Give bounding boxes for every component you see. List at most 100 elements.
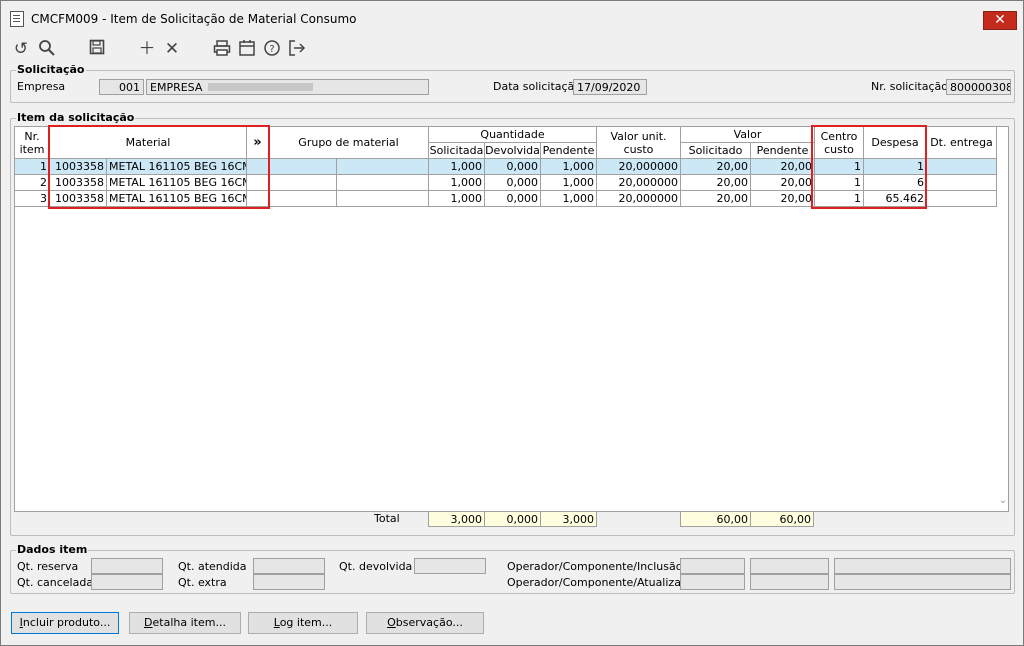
svg-text:?: ? bbox=[269, 44, 274, 55]
total-devolvida: 0,000 bbox=[484, 511, 541, 527]
cell-valor-unit[interactable]: 20,000000 bbox=[597, 175, 681, 191]
header-nr-item[interactable]: Nr. item bbox=[15, 127, 50, 159]
incluir-label: ncluir produto... bbox=[22, 616, 111, 629]
qt-devolvida-field[interactable] bbox=[414, 558, 486, 574]
data-solicitacao-field[interactable]: 17/09/2020 bbox=[573, 79, 647, 95]
cell-valor-unit[interactable]: 20,000000 bbox=[597, 159, 681, 175]
incluir-produto-button[interactable]: Incluir produto... bbox=[11, 612, 119, 634]
cell-nr-item[interactable]: 1 bbox=[15, 159, 50, 175]
nr-solicitacao-label: Nr. solicitação bbox=[871, 80, 948, 93]
header-qtd-pendente[interactable]: Pendente bbox=[541, 143, 597, 159]
header-valor-unit[interactable]: Valor unit. custo bbox=[597, 127, 681, 159]
cell-qtd-pendente[interactable]: 1,000 bbox=[541, 159, 597, 175]
detalha-label: etalha item... bbox=[152, 616, 226, 629]
redacted-block bbox=[207, 83, 313, 91]
data-atualizacao-field[interactable] bbox=[834, 574, 1011, 590]
print-icon[interactable] bbox=[212, 39, 232, 59]
qt-extra-label: Qt. extra bbox=[178, 576, 227, 589]
detalha-hotkey: D bbox=[144, 616, 153, 629]
item-solicitacao-title: Item da solicitação bbox=[16, 111, 136, 124]
operador-atualizacao-label: Operador/Componente/Atualização bbox=[507, 576, 701, 589]
empresa-name-field[interactable]: EMPRESA bbox=[146, 79, 429, 95]
cell-qtd-solicitada[interactable]: 1,000 bbox=[429, 191, 485, 207]
header-valor-pendente[interactable]: Pendente bbox=[751, 143, 815, 159]
cell-nr-item[interactable]: 2 bbox=[15, 175, 50, 191]
qt-extra-field[interactable] bbox=[253, 574, 325, 590]
observacao-button[interactable]: Observação... bbox=[366, 612, 484, 634]
data-solicitacao-label: Data solicitação bbox=[493, 80, 582, 93]
total-pendente: 3,000 bbox=[540, 511, 597, 527]
total-label: Total bbox=[374, 512, 400, 525]
cell-valor-pendente[interactable]: 20,00 bbox=[751, 175, 815, 191]
header-quantidade: Quantidade bbox=[429, 127, 597, 143]
cell-qtd-solicitada[interactable]: 1,000 bbox=[429, 159, 485, 175]
data-inclusao-field[interactable] bbox=[834, 558, 1011, 574]
scroll-down-icon[interactable]: ⌄ bbox=[997, 495, 1009, 507]
cell-grupo-desc[interactable] bbox=[337, 159, 429, 175]
cell-grupo-desc[interactable] bbox=[337, 191, 429, 207]
close-button[interactable]: ✕ bbox=[983, 11, 1017, 30]
total-valor-solicitado: 60,00 bbox=[680, 511, 751, 527]
header-qtd-solicitada[interactable]: Solicitada bbox=[429, 143, 485, 159]
obs-label: bservação... bbox=[395, 616, 463, 629]
solicitacao-title: Solicitação bbox=[16, 63, 86, 76]
nr-solicitacao-field[interactable]: 800000308 bbox=[946, 79, 1011, 95]
qt-cancelada-label: Qt. cancelada bbox=[17, 576, 94, 589]
header-grupo-material[interactable]: Grupo de material bbox=[269, 127, 429, 159]
operador-inclusao-label: Operador/Componente/Inclusão bbox=[507, 560, 683, 573]
detalha-item-button[interactable]: Detalha item... bbox=[129, 612, 241, 634]
total-solicitada: 3,000 bbox=[428, 511, 485, 527]
cell-qtd-devolvida[interactable]: 0,000 bbox=[485, 159, 541, 175]
qt-atendida-field[interactable] bbox=[253, 558, 325, 574]
cell-qtd-pendente[interactable]: 1,000 bbox=[541, 175, 597, 191]
log-label: og item... bbox=[279, 616, 333, 629]
componente-inclusao-field[interactable] bbox=[750, 558, 829, 574]
cell-qtd-solicitada[interactable]: 1,000 bbox=[429, 175, 485, 191]
empresa-code-field[interactable]: 001 bbox=[99, 79, 144, 95]
header-dt-entrega[interactable]: Dt. entrega bbox=[927, 127, 997, 159]
qt-atendida-label: Qt. atendida bbox=[178, 560, 247, 573]
delete-icon[interactable]: ✕ bbox=[162, 39, 182, 59]
help-icon[interactable]: ? bbox=[262, 39, 282, 59]
add-icon[interactable]: ＋ bbox=[137, 39, 157, 59]
calendar-icon[interactable] bbox=[237, 39, 257, 59]
cell-qtd-devolvida[interactable]: 0,000 bbox=[485, 175, 541, 191]
qt-devolvida-label: Qt. devolvida bbox=[339, 560, 413, 573]
header-valor-solicitado[interactable]: Solicitado bbox=[681, 143, 751, 159]
cell-nr-item[interactable]: 3 bbox=[15, 191, 50, 207]
dados-item-title: Dados item bbox=[16, 543, 89, 556]
total-valor-pendente: 60,00 bbox=[750, 511, 814, 527]
exit-icon[interactable] bbox=[287, 39, 307, 59]
log-item-button[interactable]: Log item... bbox=[248, 612, 358, 634]
empresa-name: EMPRESA bbox=[150, 81, 203, 94]
title-bar: CMCFM009 - Item de Solicitação de Materi… bbox=[1, 1, 1023, 33]
operador-inclusao-field[interactable] bbox=[680, 558, 745, 574]
cell-grupo-desc[interactable] bbox=[337, 175, 429, 191]
cell-valor-unit[interactable]: 20,000000 bbox=[597, 191, 681, 207]
search-icon[interactable] bbox=[37, 39, 57, 59]
cell-valor-solicitado[interactable]: 20,00 bbox=[681, 191, 751, 207]
document-icon bbox=[10, 11, 24, 27]
highlight-centro-despesa bbox=[811, 125, 927, 209]
header-qtd-devolvida[interactable]: Devolvida bbox=[485, 143, 541, 159]
empresa-label: Empresa bbox=[17, 80, 66, 93]
save-icon[interactable] bbox=[87, 39, 107, 59]
cell-dt-entrega[interactable] bbox=[927, 191, 997, 207]
qt-reserva-field[interactable] bbox=[91, 558, 163, 574]
cell-valor-solicitado[interactable]: 20,00 bbox=[681, 159, 751, 175]
highlight-material bbox=[48, 125, 270, 209]
cell-qtd-devolvida[interactable]: 0,000 bbox=[485, 191, 541, 207]
obs-hotkey: O bbox=[387, 616, 396, 629]
refresh-icon[interactable]: ↺ bbox=[11, 39, 31, 59]
cell-valor-pendente[interactable]: 20,00 bbox=[751, 159, 815, 175]
qt-cancelada-field[interactable] bbox=[91, 574, 163, 590]
cell-valor-solicitado[interactable]: 20,00 bbox=[681, 175, 751, 191]
cell-dt-entrega[interactable] bbox=[927, 159, 997, 175]
window-title: CMCFM009 - Item de Solicitação de Materi… bbox=[31, 12, 357, 26]
cell-dt-entrega[interactable] bbox=[927, 175, 997, 191]
header-valor: Valor bbox=[681, 127, 815, 143]
cell-valor-pendente[interactable]: 20,00 bbox=[751, 191, 815, 207]
cell-qtd-pendente[interactable]: 1,000 bbox=[541, 191, 597, 207]
componente-atualizacao-field[interactable] bbox=[750, 574, 829, 590]
operador-atualizacao-field[interactable] bbox=[680, 574, 745, 590]
